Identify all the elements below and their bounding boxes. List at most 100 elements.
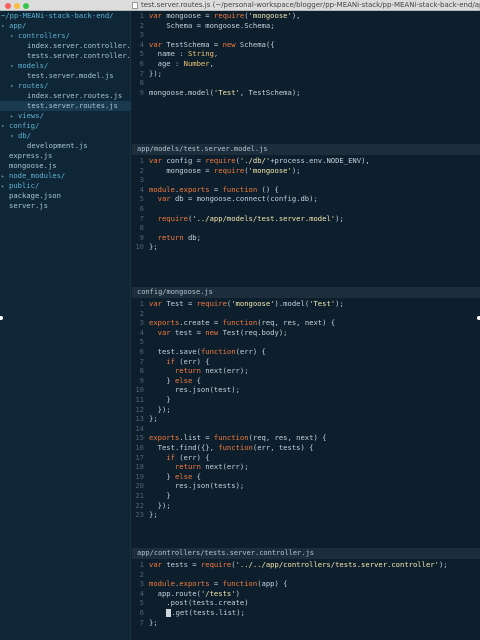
- code-line[interactable]: 2: [132, 570, 149, 580]
- code-line[interactable]: 4 app.route('/tests'): [132, 589, 240, 599]
- code-line[interactable]: 7 if (err) {: [132, 357, 210, 367]
- chevron-down-icon[interactable]: ▾: [10, 132, 18, 141]
- tree-file[interactable]: index.server.routes.js: [0, 91, 131, 101]
- window-title: test.server.routes.js (~/personal-worksp…: [141, 1, 480, 9]
- maximize-window-button[interactable]: [23, 2, 29, 9]
- code-line[interactable]: 1 var Test = require('mongoose').model('T…: [132, 299, 344, 309]
- close-window-button[interactable]: [5, 2, 11, 9]
- code-line[interactable]: 21 }: [132, 491, 170, 501]
- editor-area[interactable]: 1 var mongoose = require('mongoose'), 2 Sc…: [132, 11, 480, 640]
- code-line[interactable]: 20 res.json(tests);: [132, 481, 244, 491]
- code-line[interactable]: 10 res.json(test);: [132, 385, 240, 395]
- tree-item-label: index.server.controller.: [27, 41, 131, 50]
- code-line[interactable]: 10};: [132, 242, 158, 252]
- tree-file[interactable]: package.json: [0, 191, 131, 201]
- chevron-down-icon[interactable]: ▾: [1, 22, 9, 31]
- code-text: } else {: [166, 375, 201, 385]
- code-line[interactable]: 3 module.exports = function(app) {: [132, 579, 288, 589]
- tree-folder[interactable]: ▾ db/: [0, 131, 131, 141]
- line-number: 19: [135, 471, 144, 481]
- code-line[interactable]: 4 var test = new Test(req.body);: [132, 328, 288, 338]
- minimize-window-button[interactable]: [14, 2, 20, 9]
- code-line[interactable]: 6: [132, 204, 149, 214]
- code-line[interactable]: 7 require('../app/models/test.server.mod…: [132, 214, 344, 224]
- line-number: 23: [135, 510, 144, 520]
- tree-folder[interactable]: ▸ views/: [0, 111, 131, 121]
- code-line[interactable]: 14: [132, 424, 149, 434]
- code-line[interactable]: 5 .post(tests.create): [132, 598, 249, 608]
- code-line[interactable]: 23};: [132, 510, 157, 520]
- tree-folder[interactable]: ▸ node_modules/: [0, 171, 131, 181]
- code-line[interactable]: 18 return next(err);: [132, 462, 248, 472]
- code-line[interactable]: 7};: [132, 618, 158, 628]
- tree-file[interactable]: mongoose.js: [0, 161, 131, 171]
- code-line[interactable]: 8: [132, 78, 149, 88]
- tree-file[interactable]: server.js: [0, 201, 131, 211]
- code-line[interactable]: 13};: [132, 414, 157, 424]
- code-line[interactable]: 1 var config = require('./db/'+process.en…: [132, 156, 370, 166]
- code-line[interactable]: 6 .get(tests.list);: [132, 608, 245, 618]
- pane-file-header[interactable]: app/controllers/tests.server.controller.…: [132, 548, 480, 559]
- code-text: name : String,: [157, 49, 219, 59]
- code-line[interactable]: 3: [132, 175, 149, 185]
- code-line[interactable]: 4 var TestSchema = new Schema({: [132, 40, 275, 50]
- code-line[interactable]: 2 mongoose = require('mongoose');: [132, 166, 301, 176]
- line-number: 10: [135, 242, 144, 252]
- code-line[interactable]: 9 } else {: [132, 376, 201, 386]
- code-line[interactable]: 2 Schema = mongoose.Schema;: [132, 21, 275, 31]
- chevron-right-icon[interactable]: ▸: [10, 112, 18, 121]
- code-text: };: [149, 242, 158, 252]
- code-line[interactable]: 3: [132, 30, 149, 40]
- code-line[interactable]: 11 }: [132, 395, 170, 405]
- code-line[interactable]: 6 test.save(function(err) {: [132, 347, 266, 357]
- code-line[interactable]: 9 return db;: [132, 233, 201, 243]
- tree-root[interactable]: ~/pp-MEANi-stack-back-end/: [0, 11, 131, 21]
- code-line[interactable]: 5 var db = mongoose.connect(config.db);: [132, 194, 318, 204]
- tree-file[interactable]: tests.server.controller.: [0, 51, 131, 61]
- tree-file[interactable]: test.server.model.js: [0, 71, 131, 81]
- code-line[interactable]: 8: [132, 223, 149, 233]
- code-line[interactable]: 1 var mongoose = require('mongoose'),: [132, 11, 301, 21]
- chevron-down-icon[interactable]: ▾: [1, 122, 9, 131]
- chevron-down-icon[interactable]: ▾: [10, 32, 18, 41]
- code-line[interactable]: 16 Test.find({}, function(err, tests) {: [132, 443, 313, 453]
- tree-folder[interactable]: ▾ models/: [0, 61, 131, 71]
- tree-file[interactable]: index.server.controller.: [0, 41, 131, 51]
- code-text: .get(tests.list);: [149, 608, 245, 617]
- pane-file-header[interactable]: config/mongoose.js: [132, 287, 480, 298]
- line-number: 5: [139, 337, 144, 347]
- tree-file[interactable]: express.js: [0, 151, 131, 161]
- tree-file[interactable]: test.server.routes.js: [0, 101, 131, 111]
- code-line[interactable]: 15 exports.list = function(req, res, next…: [132, 433, 326, 443]
- tree-folder[interactable]: ▾ app/: [0, 21, 131, 31]
- code-line[interactable]: 17 if (err) {: [132, 452, 210, 463]
- code-line[interactable]: 1 var tests = require('../../app/controll…: [132, 560, 448, 570]
- code-line[interactable]: 19 } else {: [132, 472, 201, 482]
- code-line[interactable]: 5 name : String,: [132, 49, 219, 59]
- tree-folder[interactable]: ▾ config/: [0, 121, 131, 131]
- chevron-right-icon[interactable]: ▸: [1, 182, 9, 191]
- code-line[interactable]: 4 module.exports = function () {: [132, 185, 279, 195]
- tree-file[interactable]: development.js: [0, 141, 131, 151]
- tree-folder[interactable]: ▸ public/: [0, 181, 131, 191]
- code-line[interactable]: 5: [132, 337, 149, 347]
- code-line[interactable]: 2: [132, 309, 149, 319]
- code-line[interactable]: 8 return next(err);: [132, 366, 249, 376]
- code-line[interactable]: 3 exports.create = function(req, res, nex…: [132, 318, 335, 328]
- line-number: 6: [139, 608, 144, 617]
- code-line[interactable]: 6 age : Number,: [132, 59, 214, 69]
- code-line[interactable]: 9 mongoose.model('Test', TestSchema);: [132, 88, 301, 98]
- line-number: 8: [139, 78, 144, 88]
- line-number: 1: [139, 11, 144, 20]
- tree-folder[interactable]: ▾ routes/: [0, 81, 131, 91]
- tree-folder[interactable]: ▾ controllers/: [0, 31, 131, 41]
- code-line[interactable]: 7});: [132, 69, 162, 79]
- code-line[interactable]: 22 });: [132, 501, 170, 511]
- code-line[interactable]: 12 });: [132, 405, 170, 415]
- window-titlebar: test.server.routes.js (~/personal-worksp…: [0, 0, 480, 11]
- chevron-down-icon[interactable]: ▾: [10, 62, 18, 71]
- chevron-right-icon[interactable]: ▸: [1, 172, 9, 181]
- chevron-down-icon[interactable]: ▾: [10, 82, 18, 91]
- pane-file-header[interactable]: app/models/test.server.model.js: [132, 144, 480, 155]
- code-text: if (err) {: [166, 452, 210, 462]
